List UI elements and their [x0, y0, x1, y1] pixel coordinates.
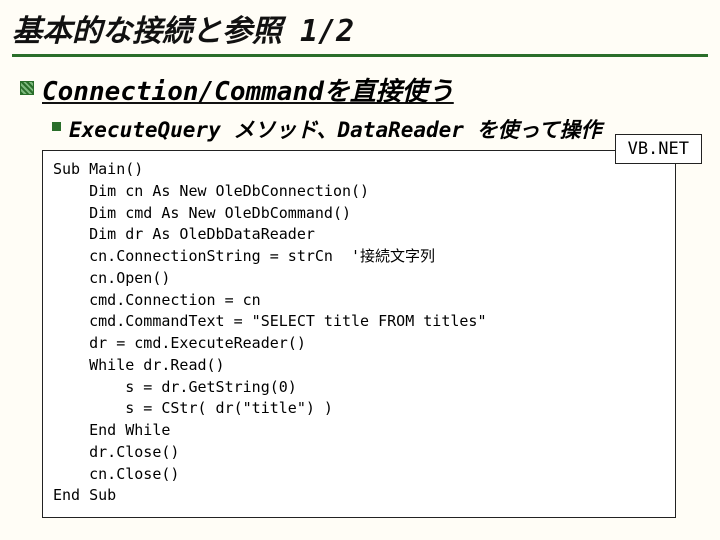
bullet-level2-text: ExecuteQuery メソッド、DataReader を使って操作 — [69, 114, 602, 144]
bullet-level1: Connection/Commandを直接使う — [20, 71, 708, 108]
slide: 基本的な接続と参照 1/2 Connection/Commandを直接使う Ex… — [0, 0, 720, 530]
code-block-wrap: VB.NET Sub Main() Dim cn As New OleDbCon… — [42, 150, 676, 518]
code-block: Sub Main() Dim cn As New OleDbConnection… — [42, 150, 676, 518]
small-square-bullet-icon — [52, 122, 61, 131]
bullet-level1-text: Connection/Commandを直接使う — [42, 71, 454, 108]
bullet-level2: ExecuteQuery メソッド、DataReader を使って操作 — [52, 114, 708, 144]
language-tag: VB.NET — [615, 134, 702, 164]
square-bullet-icon — [20, 81, 34, 95]
page-title: 基本的な接続と参照 1/2 — [12, 6, 708, 57]
